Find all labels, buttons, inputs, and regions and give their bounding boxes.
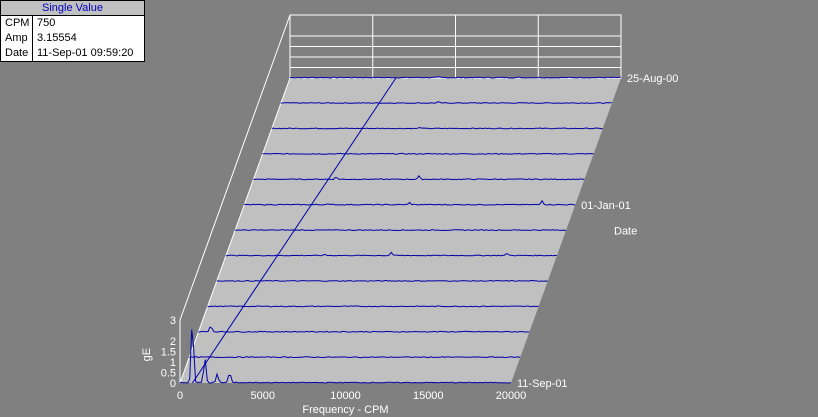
y-tick-label: 0 — [170, 378, 176, 390]
waterfall-chart: 0 5000 10000 15000 20000Frequency - CPM00.51… — [141, 14, 678, 416]
y-tick-label: 1.5 — [161, 347, 176, 359]
y-tick-label: 2 — [170, 336, 176, 348]
y-tick-label: 1 — [170, 357, 176, 369]
y-tick-label: 3 — [170, 315, 176, 327]
x-tick-label: 10000 — [330, 390, 361, 402]
info-key-amp: Amp — [1, 31, 33, 46]
y-axis-title: gE — [141, 348, 153, 361]
date-tick-label: 01-Jan-01 — [581, 200, 631, 212]
spectrum-trace — [262, 152, 594, 155]
info-row-cpm: CPM 750 — [1, 16, 144, 31]
info-row-amp: Amp 3.15554 — [1, 31, 144, 46]
info-key-date: Date — [1, 46, 33, 61]
x-axis-title: Frequency - CPM — [302, 404, 388, 416]
info-row-date: Date 11-Sep-01 09:59:20 — [1, 46, 144, 61]
x-tick-label: 5000 — [251, 390, 275, 402]
single-value-panel: Single Value CPM 750 Amp 3.15554 Date 11… — [0, 0, 145, 62]
info-key-cpm: CPM — [1, 16, 33, 31]
info-value-date: 11-Sep-01 09:59:20 — [37, 47, 134, 59]
info-value-amp: 3.15554 — [37, 32, 77, 44]
x-tick-label: 15000 — [413, 390, 444, 402]
x-tick-label: 20000 — [496, 390, 527, 402]
single-value-title: Single Value — [1, 1, 144, 16]
y-tick-label: 0.5 — [161, 368, 176, 380]
x-tick-label: 0 — [177, 390, 183, 402]
date-axis-title: Date — [614, 226, 637, 238]
info-value-cpm: 750 — [37, 17, 56, 29]
date-tick-label: 25-Aug-00 — [627, 73, 678, 85]
date-tick-label: 11-Sep-01 — [517, 378, 568, 390]
